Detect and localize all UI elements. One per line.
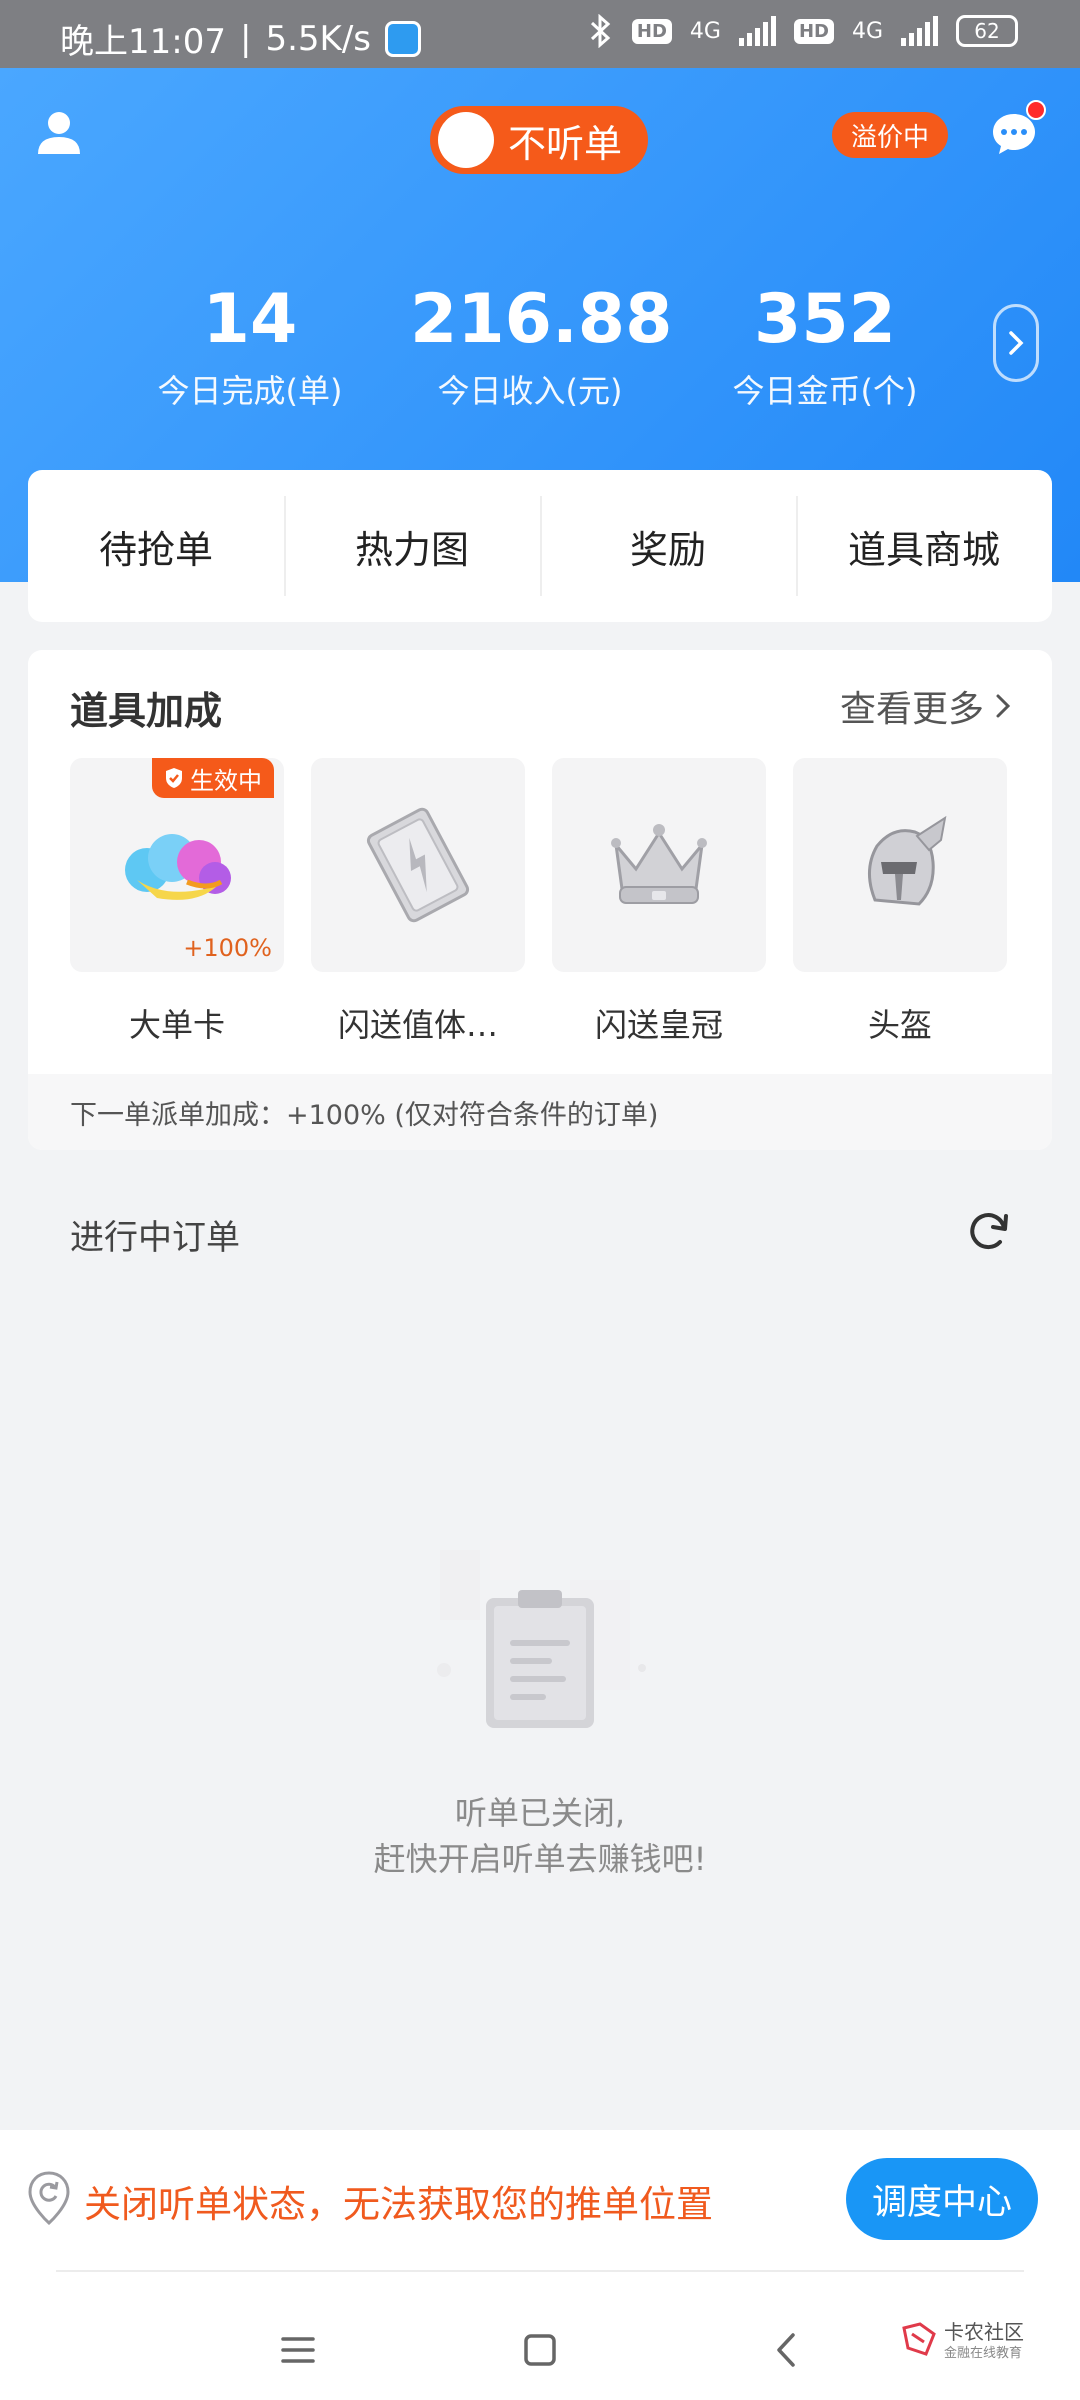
bluetooth-icon	[590, 14, 611, 48]
crown-icon	[611, 824, 707, 904]
prop-image-box	[552, 758, 766, 972]
status-time: 晚上11:07	[60, 22, 226, 62]
stat-caption: 今日完成(单)	[157, 372, 343, 410]
nav-menu-button[interactable]	[268, 2320, 328, 2380]
listen-order-toggle[interactable]: 不听单	[430, 106, 648, 174]
nav-back-button[interactable]	[756, 2320, 816, 2380]
tab-rewards[interactable]: 奖励	[540, 470, 796, 622]
prop-item-big-order-card[interactable]: 生效中 +100% 大单卡	[70, 758, 284, 1046]
prop-image-box	[311, 758, 525, 972]
watermark-text: 卡农社区	[944, 2320, 1024, 2344]
props-title: 道具加成	[70, 689, 223, 733]
empty-line-2: 赶快开启听单去赚钱吧!	[373, 1840, 707, 1878]
refresh-icon[interactable]	[966, 1208, 1012, 1254]
signal-icon-2	[901, 16, 938, 46]
nav-home-button[interactable]	[510, 2320, 570, 2380]
prop-bonus-percent: +100%	[183, 934, 272, 962]
watermark-icon	[902, 2322, 936, 2356]
bottom-bar: 关闭听单状态，无法获取您的推单位置 调度中心 卡农社区 金融在线教育	[0, 2130, 1080, 2400]
back-icon	[777, 2333, 795, 2367]
hd-badge-2: HD	[793, 18, 834, 44]
location-notice: 关闭听单状态，无法获取您的推单位置	[84, 2183, 713, 2226]
today-stats: 14 今日完成(单) 216.88 今日收入(元) 352 今日金币(个)	[0, 280, 1080, 420]
stat-value: 14	[202, 280, 298, 359]
user-profile-icon[interactable]	[36, 110, 82, 156]
stat-income[interactable]: 216.88 今日收入(元)	[410, 280, 673, 412]
watermark-logo: 卡农社区 金融在线教育	[900, 2316, 1050, 2366]
stats-next-button[interactable]	[993, 304, 1039, 382]
network-type-2: 4G	[851, 18, 883, 44]
status-bar: 晚上11:07 | 5.5K/s HD 4G HD 4G 62	[0, 0, 1080, 68]
prop-name: 闪送皇冠	[594, 1006, 723, 1044]
notification-app-icon	[385, 20, 421, 57]
location-pin-icon	[28, 2171, 70, 2226]
stat-coins[interactable]: 352 今日金币(个)	[705, 280, 945, 412]
prop-name: 头盔	[867, 1006, 932, 1044]
empty-clipboard-illustration	[437, 1540, 646, 1728]
shield-icon	[166, 768, 182, 788]
empty-line-1: 听单已关闭,	[454, 1794, 626, 1832]
toggle-label: 不听单	[508, 121, 623, 166]
toggle-knob	[438, 112, 494, 168]
tab-heatmap[interactable]: 热力图	[284, 470, 540, 622]
view-more-label: 查看更多	[839, 689, 984, 730]
cloud-icon	[125, 834, 231, 900]
stat-value: 352	[754, 280, 896, 359]
prop-item-crown[interactable]: 闪送皇冠	[552, 758, 766, 1046]
battery-icon: 62	[956, 15, 1018, 47]
active-badge: 生效中	[152, 758, 274, 798]
props-bonus-card: 道具加成 查看更多 生效中 +100% 大单卡 闪送值体… 闪送皇冠 头盔 下一…	[28, 650, 1052, 1150]
feature-tabs: 待抢单 热力图 奖励 道具商城	[28, 470, 1052, 622]
helmet-icon	[868, 815, 947, 906]
view-more-link[interactable]: 查看更多	[840, 680, 1012, 732]
lightning-card-icon	[366, 807, 470, 923]
network-type-1: 4G	[689, 18, 721, 44]
prop-image-box	[793, 758, 1007, 972]
stat-value: 216.88	[410, 280, 673, 359]
prop-item-helmet[interactable]: 头盔	[793, 758, 1007, 1046]
tab-prop-store[interactable]: 道具商城	[796, 470, 1052, 622]
empty-state-message: 听单已关闭, 赶快开启听单去赚钱吧!	[0, 1790, 1080, 1882]
signal-icon	[738, 16, 776, 46]
orders-title: 进行中订单	[70, 1218, 240, 1258]
stat-caption: 今日金币(个)	[732, 372, 918, 410]
active-badge-label: 生效中	[190, 766, 262, 795]
unread-dot	[1026, 100, 1046, 120]
prop-name: 大单卡	[128, 1006, 225, 1044]
status-net-speed: 5.5K/s	[265, 18, 371, 59]
watermark-subtext: 金融在线教育	[944, 2346, 1023, 2361]
divider	[56, 2270, 1024, 2272]
prop-name: 闪送值体…	[337, 1006, 498, 1044]
tab-pending-orders[interactable]: 待抢单	[28, 470, 284, 622]
hd-badge: HD	[631, 18, 672, 44]
chevron-right-icon	[996, 694, 1011, 718]
stat-caption: 今日收入(元)	[437, 372, 623, 410]
premium-status-badge[interactable]: 溢价中	[832, 112, 948, 158]
props-bonus-footer: 下一单派单加成：+100% (仅对符合条件的订单)	[28, 1074, 1052, 1150]
dispatch-center-button[interactable]: 调度中心	[846, 2158, 1038, 2240]
stat-completed[interactable]: 14 今日完成(单)	[130, 280, 370, 412]
prop-item-value-card[interactable]: 闪送值体…	[311, 758, 525, 1046]
prop-image-box: 生效中 +100%	[70, 758, 284, 972]
menu-icon	[281, 2337, 315, 2363]
chevron-right-icon	[1009, 331, 1024, 355]
home-square-icon	[524, 2334, 556, 2366]
